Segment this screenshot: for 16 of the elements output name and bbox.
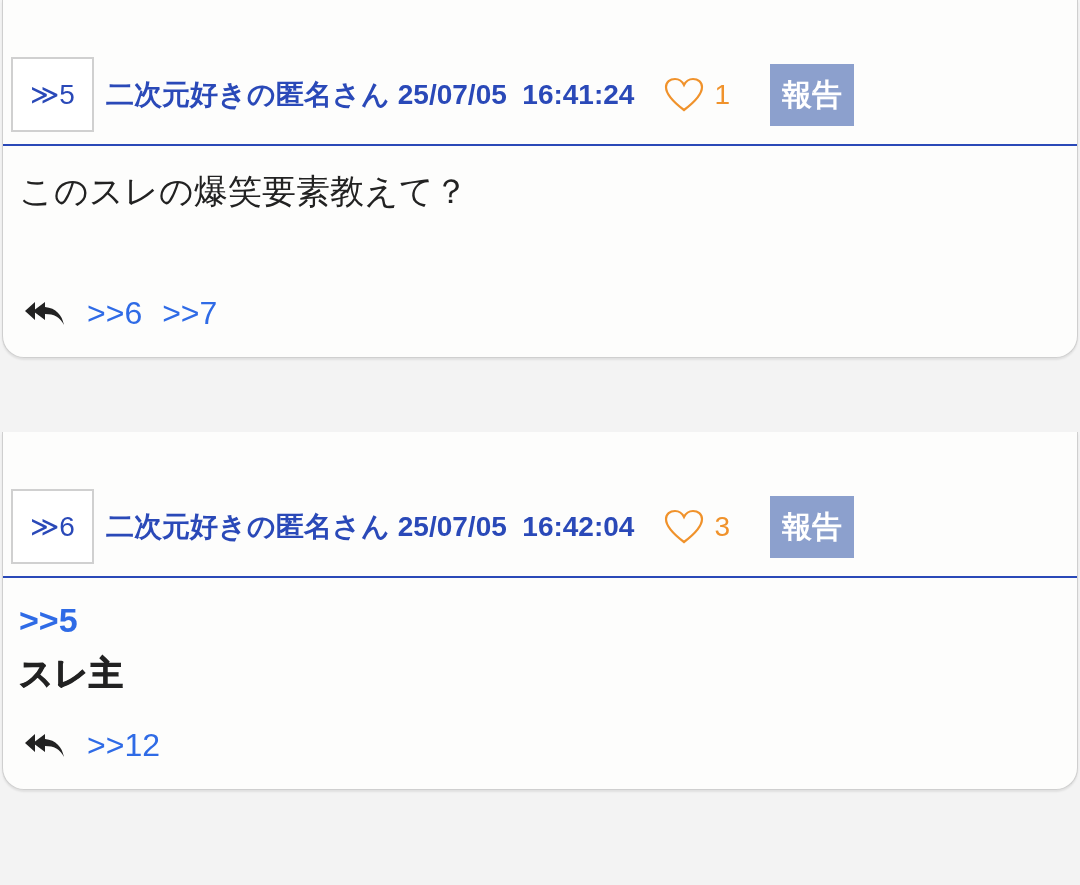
reply-icon	[23, 300, 65, 326]
report-button[interactable]: 報告	[770, 63, 854, 126]
anchor-link[interactable]: >>5	[19, 600, 78, 640]
reply-link[interactable]: >>6	[87, 289, 143, 337]
post-meta: 二次元好きの匿名さん 25/07/05 16:41:24	[106, 77, 635, 112]
report-button[interactable]: 報告	[770, 495, 854, 558]
reply-icon	[23, 732, 65, 758]
reply-link[interactable]: >>7	[162, 289, 218, 337]
heart-icon	[664, 508, 705, 545]
post-number-button[interactable]: ≫5	[11, 57, 94, 132]
post-meta: 二次元好きの匿名さん 25/07/05 16:42:04	[106, 509, 635, 544]
heart-icon	[664, 76, 705, 113]
post-text: スレ主	[19, 653, 124, 694]
post-text: このスレの爆笑要素教えて？	[19, 171, 469, 212]
post-number-button[interactable]: ≫6	[11, 489, 94, 564]
reply-link[interactable]: >>12	[87, 721, 160, 769]
